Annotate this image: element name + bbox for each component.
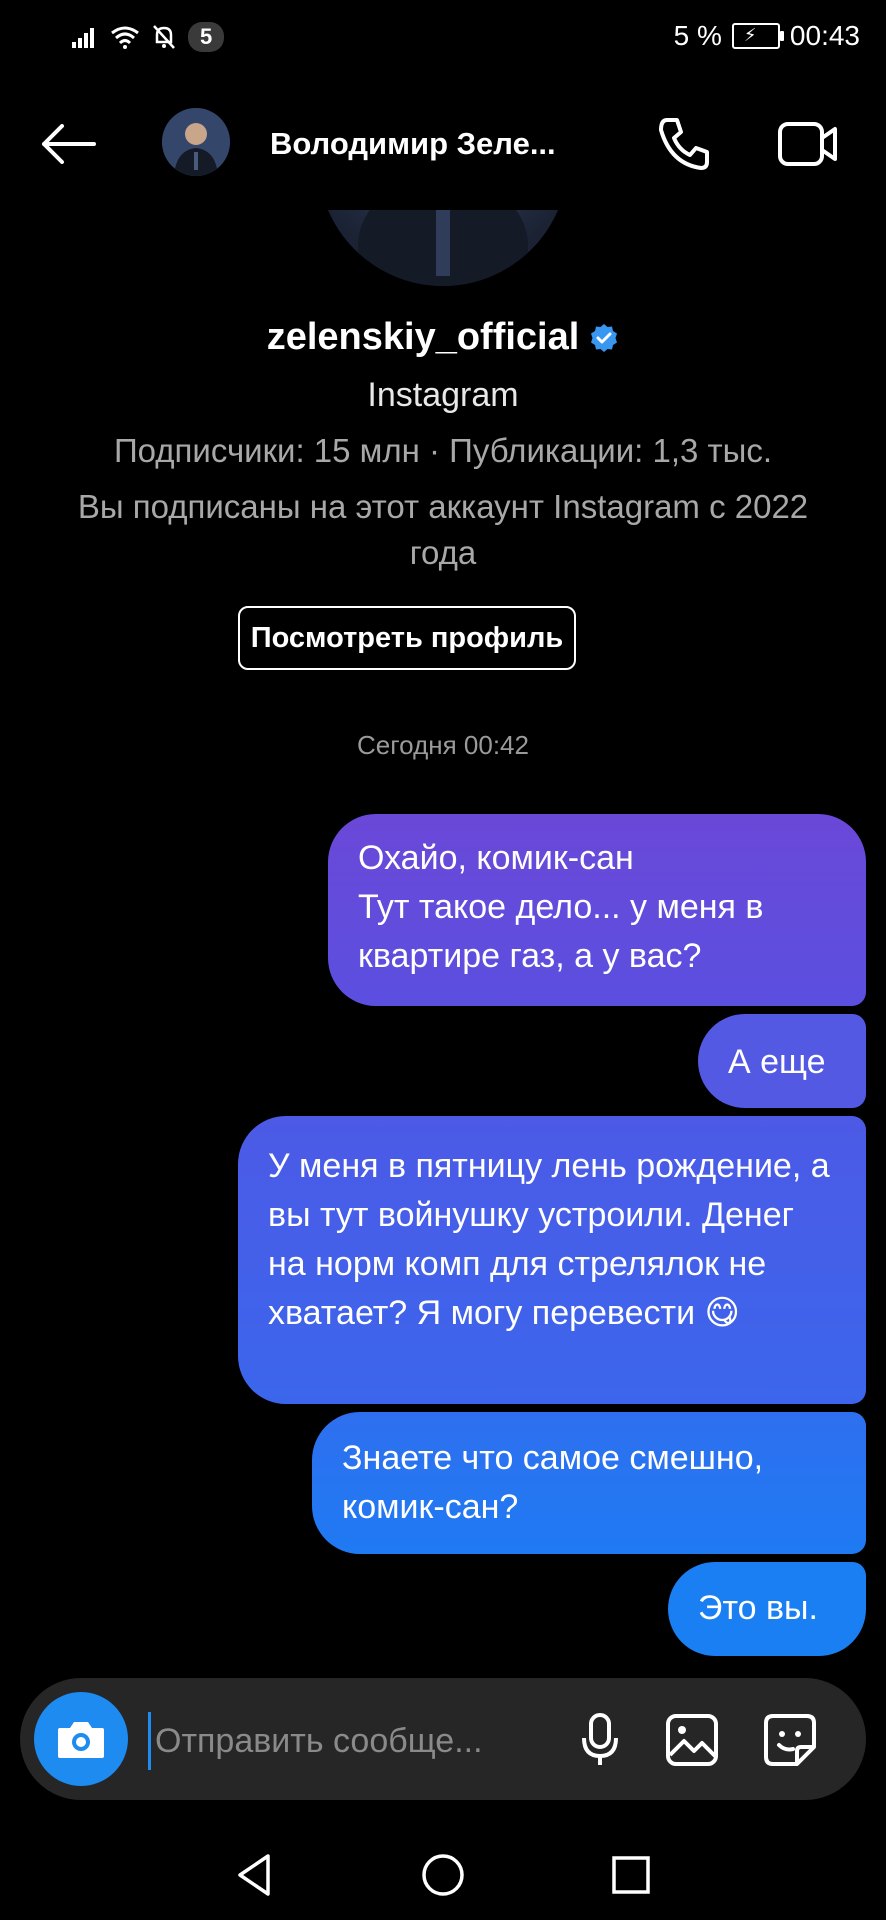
profile-picture-tie (436, 210, 450, 276)
video-camera-icon (778, 122, 837, 166)
audio-call-button[interactable] (652, 112, 716, 176)
phone-icon (659, 118, 709, 170)
battery-charging-icon: ⚡ (731, 23, 784, 49)
chat-timestamp: Сегодня 00:42 (357, 730, 529, 760)
voice-message-button[interactable] (568, 1708, 632, 1772)
sticker-button[interactable] (758, 1708, 822, 1772)
signal-icon (72, 28, 94, 48)
follow-note: Вы подписаны на этот аккаунт Instagram с… (77, 488, 809, 571)
bell-muted-icon (153, 25, 175, 49)
camera-button[interactable] (34, 1692, 128, 1786)
back-button[interactable] (36, 116, 100, 172)
message-bubble[interactable]: Охайо, комик-сан Тут такое дело... у мен… (328, 814, 866, 1006)
profile-picture[interactable] (318, 210, 568, 286)
nav-home-icon[interactable] (418, 1850, 468, 1900)
clock: 00:43 (789, 20, 860, 51)
nav-recent-apps-icon[interactable] (606, 1850, 656, 1900)
profile-stats: Подписчики: 15 млн · Публикации: 1,3 тыс… (113, 432, 773, 469)
profile-picture-image (318, 210, 568, 286)
message-composer (20, 1678, 866, 1800)
profile-platform: Instagram (367, 376, 519, 414)
message-input[interactable] (148, 1712, 567, 1770)
username-row: zelenskiy_official (0, 316, 886, 359)
video-call-button[interactable] (774, 112, 842, 176)
sticker-icon (764, 1714, 816, 1766)
gallery-button[interactable] (660, 1708, 724, 1772)
wifi-icon (111, 26, 139, 49)
message-bubble[interactable]: А еще (698, 1014, 866, 1108)
status-right: 5 % ⚡ 00:43 (674, 20, 860, 52)
chat-header: Володимир Зеле... (0, 90, 886, 200)
view-profile-button[interactable]: Посмотреть профиль (238, 606, 576, 670)
message-bubble[interactable]: Знаете что самое смешно, комик-сан? (312, 1412, 866, 1554)
verified-badge-icon (591, 323, 618, 352)
profile-username: zelenskiy_official (266, 316, 580, 358)
person-avatar-icon (162, 108, 230, 176)
contact-avatar[interactable] (162, 108, 230, 176)
system-navigation-bar (0, 1840, 886, 1920)
status-left: 5 (72, 22, 225, 52)
battery-percent: 5 % (673, 20, 722, 51)
microphone-icon (582, 1713, 618, 1765)
contact-name[interactable]: Володимир Зеле... (270, 126, 556, 162)
message-bubble[interactable]: У меня в пятницу лень рождение, а вы тут… (238, 1116, 866, 1404)
arrow-left-icon (42, 124, 96, 164)
status-bar: 5 5 % ⚡ 00:43 (0, 0, 886, 76)
camera-icon (58, 1722, 104, 1758)
image-icon (666, 1714, 718, 1766)
notification-count-badge: 5 (188, 22, 225, 52)
nav-back-icon[interactable] (230, 1850, 280, 1900)
message-bubble[interactable]: Это вы. (668, 1562, 866, 1656)
